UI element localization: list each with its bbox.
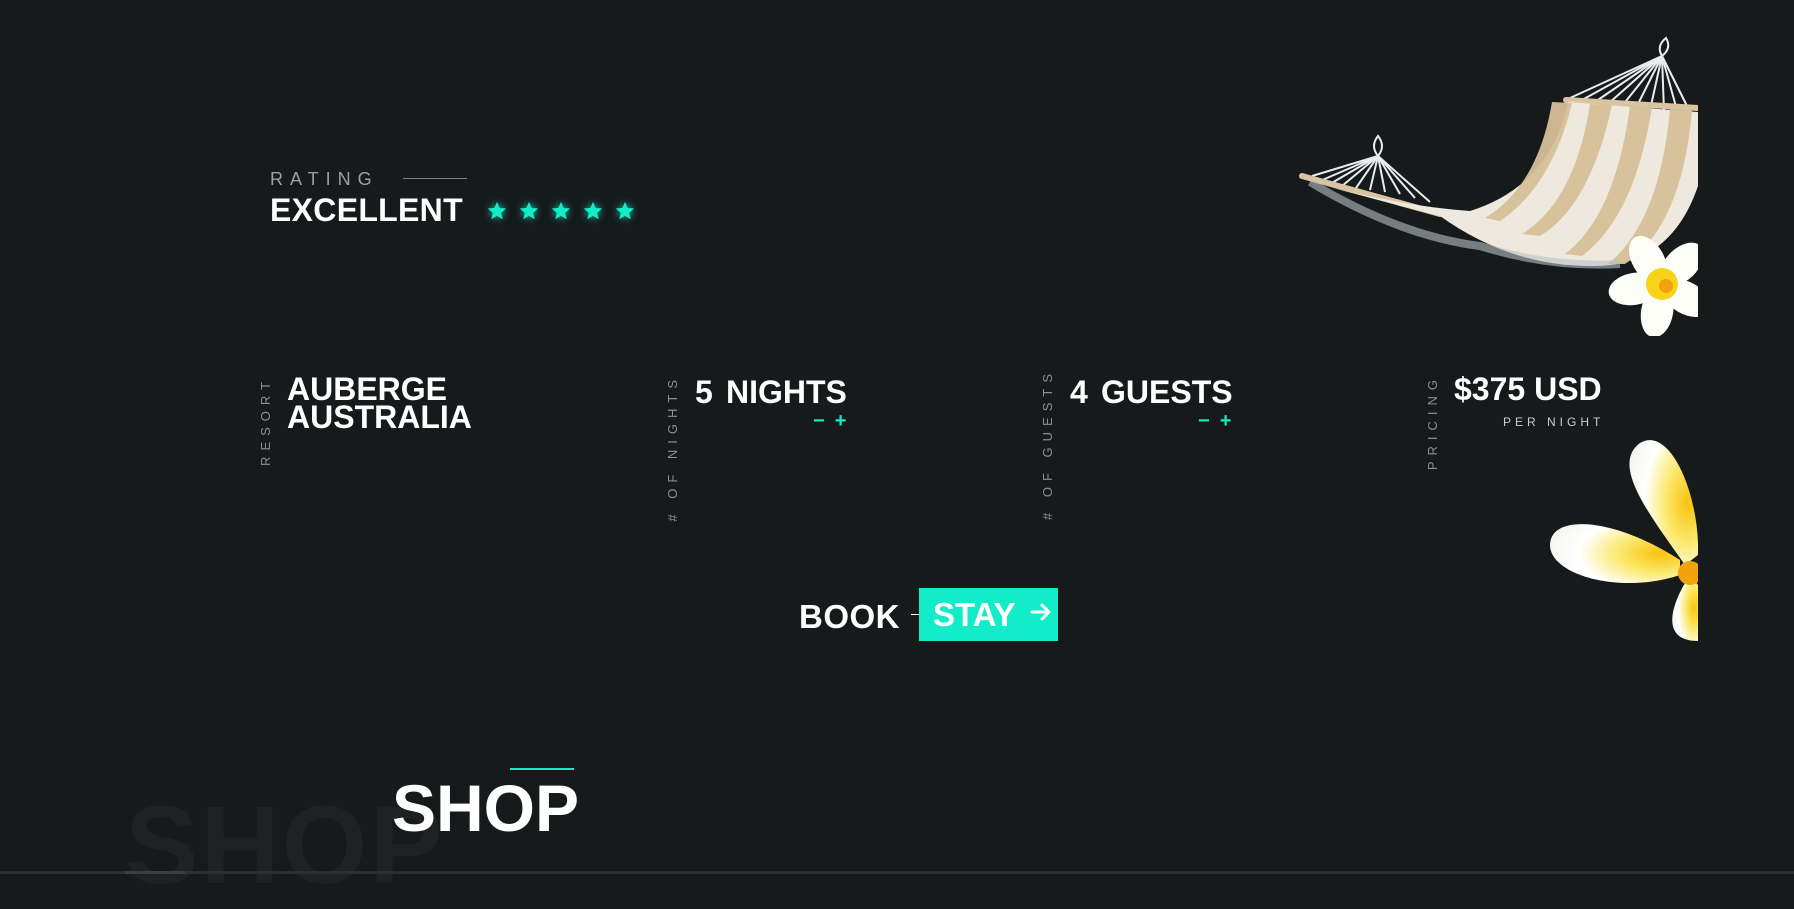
arrow-right-icon: [1030, 602, 1052, 627]
book-stay-button[interactable]: STAY: [919, 588, 1058, 641]
rating-value: EXCELLENT: [270, 192, 463, 228]
star-icon: [518, 200, 540, 222]
price-per-night: PER NIGHT: [1503, 415, 1605, 429]
frangipani-flower-image: [1540, 435, 1698, 641]
star-icon: [614, 200, 636, 222]
guests-unit: GUESTS: [1101, 374, 1233, 410]
book-label: BOOK: [799, 598, 900, 635]
nights-count: 5: [695, 374, 713, 410]
guests-count: 4: [1070, 374, 1088, 410]
nights-unit: NIGHTS: [726, 374, 847, 410]
pricing-label: PRICING: [1425, 374, 1440, 471]
shop-heading: SHOP: [392, 771, 580, 845]
hammock-image: [1290, 36, 1698, 336]
guests-stepper: − +: [1198, 410, 1231, 433]
nights-plus-button[interactable]: +: [835, 410, 847, 433]
star-icon: [486, 200, 508, 222]
price-value: $375 USD: [1454, 371, 1602, 407]
rating-divider: [403, 178, 467, 179]
star-icon: [582, 200, 604, 222]
guests-label: # OF GUESTS: [1040, 368, 1055, 520]
guests-plus-button[interactable]: +: [1220, 410, 1232, 433]
resort-name-line2: AUSTRALIA: [287, 399, 472, 435]
nights-label: # OF NIGHTS: [665, 374, 680, 522]
guests-minus-button[interactable]: −: [1198, 410, 1210, 433]
book-stay-button-label: STAY: [933, 595, 1016, 633]
rating-stars: [486, 200, 636, 222]
resort-label: RESORT: [258, 376, 273, 466]
nights-minus-button[interactable]: −: [813, 410, 825, 433]
nights-stepper: − +: [813, 410, 846, 433]
star-icon: [550, 200, 572, 222]
rating-label: RATING: [270, 169, 379, 189]
